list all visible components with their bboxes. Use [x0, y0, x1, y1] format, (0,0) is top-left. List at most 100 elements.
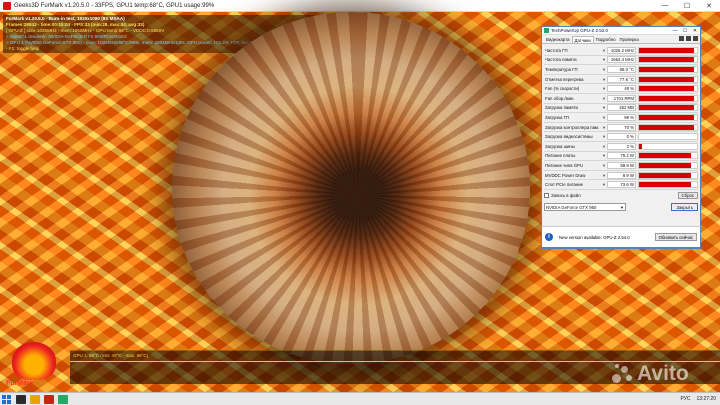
sensor-graph-fill — [639, 95, 695, 101]
sensor-label: Загрузка ГП — [545, 114, 569, 120]
gpu-select-row: NVIDIA GeForce GTX 950 ▼ Закрыть — [542, 201, 700, 213]
update-notice: i New version available: GPU-Z 2.54.0 Об… — [541, 226, 701, 248]
sensor-graph — [638, 104, 698, 112]
sensor-value: 58.9 W — [607, 161, 636, 169]
flame-icon — [12, 342, 56, 380]
update-notice-text: New version available: GPU-Z 2.54.0 — [559, 234, 630, 240]
sensor-value: 99 % — [607, 113, 636, 121]
sensor-value: 68.0 °C — [607, 65, 636, 73]
sensor-graph-fill — [639, 47, 695, 53]
gpuz-close-button[interactable]: ✕ — [690, 28, 700, 34]
tab-graphics-card[interactable]: Видеокарта — [544, 36, 572, 43]
furmark-taskbar-icon[interactable] — [44, 394, 54, 404]
tab-advanced[interactable]: Подробно — [594, 36, 618, 43]
sensor-graph — [638, 113, 698, 121]
sensor-graph — [638, 161, 698, 169]
close-button[interactable]: ✕ — [698, 0, 720, 12]
menu-icon[interactable] — [693, 36, 698, 41]
sensor-graph-fill — [639, 162, 692, 168]
sensor-graph — [638, 65, 698, 73]
sensor-value: 1701 RPM — [607, 94, 636, 102]
sensor-graph-fill — [639, 76, 695, 82]
sensor-graph-fill — [639, 143, 642, 149]
sensor-row: Слот PCIe питание ▼ 73.6 W — [544, 180, 698, 190]
chevron-down-icon: ▼ — [620, 204, 624, 210]
sensor-label: Загрузка шины — [545, 143, 575, 149]
sensor-graph — [638, 142, 698, 150]
taskbar: РУС 13:27:20 — [0, 392, 720, 405]
gpuz-minimize-button[interactable]: — — [670, 28, 680, 34]
window-title: Geeks3D FurMark v1.20.5.0 - 33FPS, GPU1 … — [14, 2, 215, 9]
tab-sensors[interactable]: Датчики — [571, 36, 594, 43]
sensor-value: 79.2 W — [607, 152, 636, 160]
gpu-select-value: NVIDIA GeForce GTX 950 — [546, 204, 597, 210]
sensor-value: 1025.2 MHz — [607, 46, 636, 54]
sensor-graph — [638, 181, 698, 189]
sensor-label: Питание чипа GPU — [545, 162, 584, 168]
sensor-label: Питание платы — [545, 153, 576, 159]
sensor-label: Загрузка контроллера пам. — [545, 124, 600, 130]
sensor-row: Загрузка видеосистемы ▼ 0 % — [544, 132, 698, 142]
sensor-graph — [638, 123, 698, 131]
reset-button[interactable]: Сброс — [677, 192, 698, 200]
sensor-label: Частота ГП — [545, 47, 568, 53]
gpuz-close-dialog-button[interactable]: Закрыть — [671, 202, 698, 211]
sensor-graph — [638, 75, 698, 83]
gpuz-window[interactable]: TechPowerUp GPU-Z 2.52.0 — ☐ ✕ Видеокарт… — [541, 26, 701, 249]
furmark-render-area: Geeks3D FurMark v1.20.5.0 - 33FPS, GPU1 … — [0, 0, 720, 405]
sensor-graph-fill — [639, 153, 692, 159]
sensor-row: Загрузка контроллера пам. ▼ 70 % — [544, 123, 698, 133]
windows-start-icon[interactable] — [0, 393, 12, 405]
avito-text: Avito — [637, 362, 689, 385]
sensor-value: 77.6 °C — [607, 75, 636, 83]
sensor-graph — [638, 56, 698, 64]
avito-dots-icon — [612, 364, 634, 384]
sensor-value: 48 % — [607, 85, 636, 93]
file-explorer-icon[interactable] — [30, 394, 40, 404]
log-row: Запись в файл Сброс — [542, 191, 700, 201]
minimize-button[interactable]: — — [654, 0, 676, 12]
sensor-graph-fill — [639, 86, 695, 92]
gpuz-titlebar[interactable]: TechPowerUp GPU-Z 2.52.0 — ☐ ✕ — [542, 27, 700, 35]
gpu-select[interactable]: NVIDIA GeForce GTX 950 ▼ — [544, 202, 626, 211]
gpuz-app-icon — [544, 28, 549, 33]
camera-icon[interactable] — [679, 36, 684, 41]
fur-donut-render — [172, 12, 530, 364]
gpuz-maximize-button[interactable]: ☐ — [680, 28, 690, 34]
gpuz-tabs: Видеокарта Датчики Подробно Проверка — [542, 35, 700, 44]
sensor-graph-fill — [639, 124, 695, 130]
furmark-logo: FurMark — [4, 340, 66, 390]
sensor-value: 8.9 W — [607, 171, 636, 179]
clock[interactable]: 13:27:20 — [697, 396, 716, 402]
sensor-graph — [638, 171, 698, 179]
sensor-row: Загрузка памяти ▼ 252 MB — [544, 104, 698, 114]
refresh-icon[interactable] — [686, 36, 691, 41]
sensor-row: Загрузка шины ▼ 2 % — [544, 142, 698, 152]
sensor-label: Отметка перегрева — [545, 76, 584, 82]
sensor-graph-fill — [639, 182, 692, 188]
sensor-row: Температура ГП ▼ 68.0 °C — [544, 65, 698, 75]
sensor-graph-fill — [639, 66, 695, 72]
app-titlebar[interactable]: Geeks3D FurMark v1.20.5.0 - 33FPS, GPU1 … — [0, 0, 720, 12]
gpuz-taskbar-icon[interactable] — [58, 394, 68, 404]
sensor-graph — [638, 94, 698, 102]
avito-watermark: Avito — [612, 362, 689, 386]
sensor-row: MVDDC Power Draw ▼ 8.9 W — [544, 171, 698, 181]
sensor-value: 252 MB — [607, 104, 636, 112]
tab-validation[interactable]: Проверка — [618, 36, 641, 43]
sensor-label: Частота памяти — [545, 57, 577, 63]
sensor-label: MVDDC Power Draw — [545, 172, 586, 178]
search-icon[interactable] — [16, 394, 26, 404]
sensor-row: Питание платы ▼ 79.2 W — [544, 152, 698, 162]
update-now-button[interactable]: Обновить сейчас — [654, 233, 697, 241]
language-indicator[interactable]: РУС — [681, 396, 691, 402]
maximize-button[interactable]: ☐ — [676, 0, 698, 12]
furmark-logo-text: FurMark — [6, 380, 34, 387]
sensor-row: Питание чипа GPU ▼ 58.9 W — [544, 161, 698, 171]
sensor-label: Fan обор./мин. — [545, 95, 575, 101]
sensor-label: Загрузка памяти — [545, 105, 578, 111]
sensor-row: Отметка перегрева ▼ 77.6 °C — [544, 75, 698, 85]
sensor-row: Частота ГП ▼ 1025.2 MHz — [544, 46, 698, 56]
system-tray: РУС 13:27:20 — [681, 396, 720, 402]
log-to-file-checkbox[interactable] — [544, 193, 549, 199]
